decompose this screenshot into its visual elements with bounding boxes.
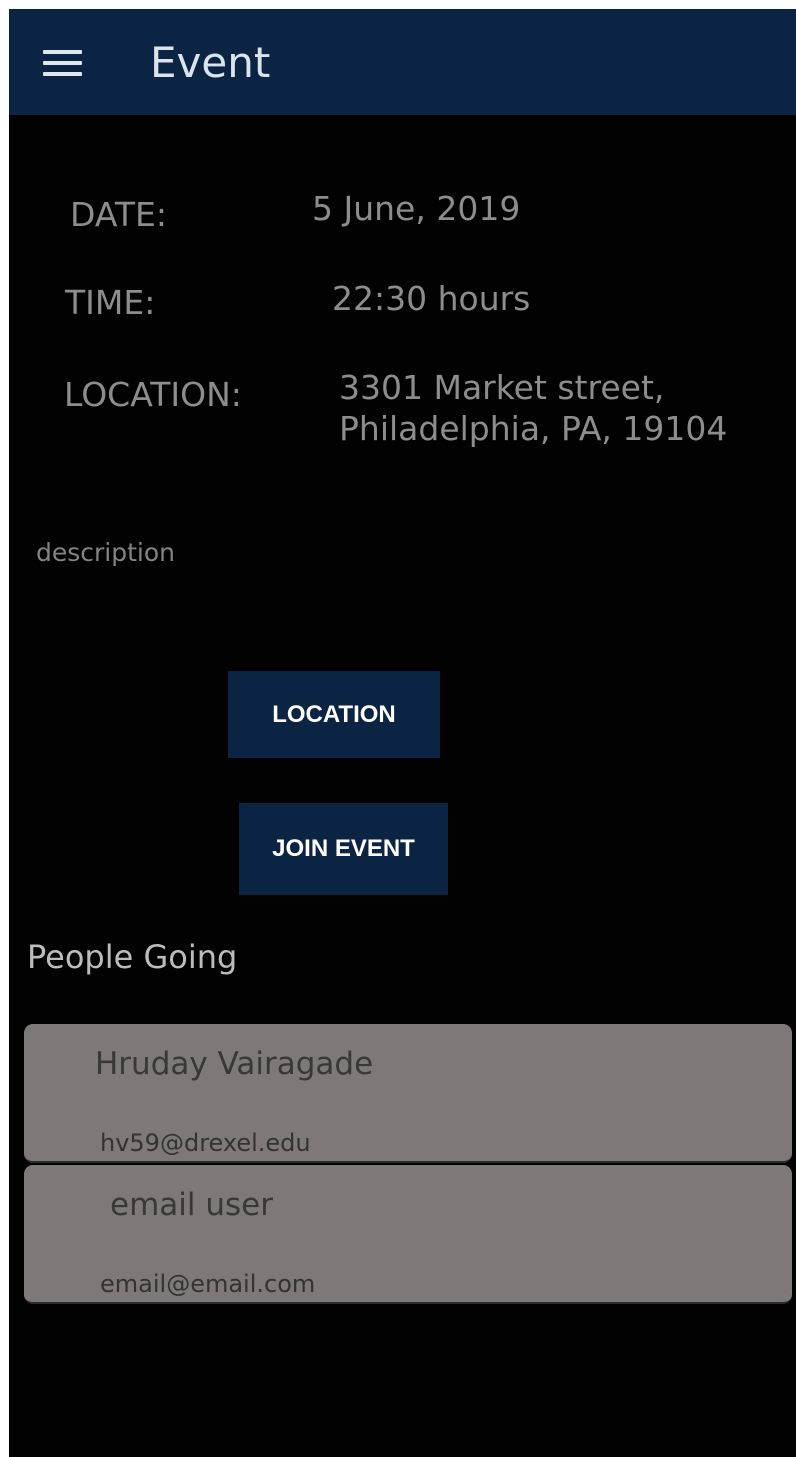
- person-email: hv59@drexel.edu: [100, 1129, 311, 1157]
- page-title: Event: [150, 38, 271, 87]
- person-name: Hruday Vairagade: [95, 1046, 374, 1082]
- date-label: DATE:: [70, 195, 167, 234]
- join-event-button[interactable]: JOIN EVENT: [239, 803, 448, 895]
- time-label: TIME:: [65, 283, 156, 322]
- date-value: 5 June, 2019: [312, 189, 521, 228]
- location-value: 3301 Market street, Philadelphia, PA, 19…: [339, 368, 728, 448]
- location-label: LOCATION:: [64, 375, 242, 414]
- person-card[interactable]: Hruday Vairagade hv59@drexel.edu: [24, 1024, 792, 1163]
- menu-line-icon: [43, 50, 82, 54]
- menu-line-icon: [43, 72, 82, 76]
- location-button[interactable]: LOCATION: [228, 671, 440, 758]
- hamburger-menu-icon[interactable]: [43, 50, 82, 76]
- app-bar: Event: [9, 9, 796, 115]
- event-description: description: [36, 538, 176, 567]
- event-screen: Event DATE: 5 June, 2019 TIME: 22:30 hou…: [9, 9, 796, 1457]
- person-card[interactable]: email user email@email.com: [24, 1165, 792, 1304]
- person-name: email user: [110, 1187, 273, 1223]
- time-value: 22:30 hours: [332, 279, 531, 318]
- menu-line-icon: [43, 61, 82, 65]
- people-going-title: People Going: [27, 938, 238, 976]
- person-email: email@email.com: [100, 1270, 316, 1298]
